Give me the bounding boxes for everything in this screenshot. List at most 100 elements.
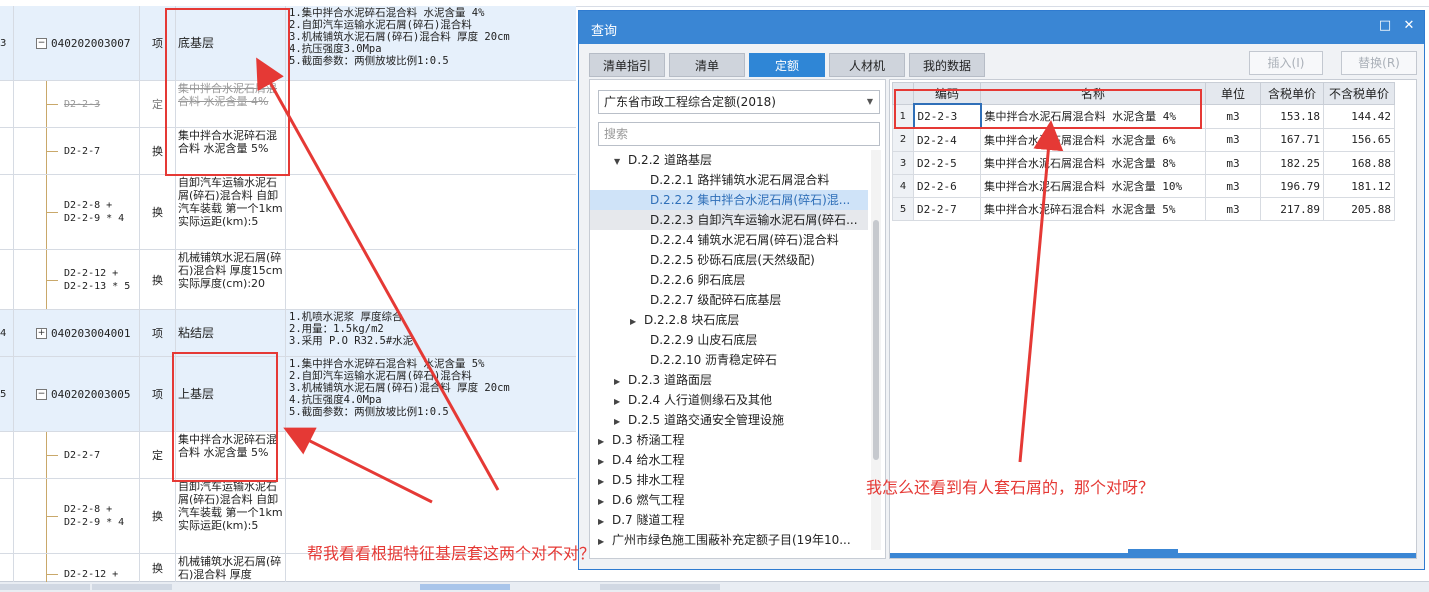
tab-materials[interactable]: 人材机 [829,53,905,77]
quota-code: D2-2-7 [913,197,981,221]
col-price[interactable]: 不含税单价 [1323,82,1395,105]
caret-right-icon[interactable]: ▶ [598,432,612,452]
col-price-tax[interactable]: 含税单价 [1260,82,1324,105]
caret-right-icon[interactable]: ▶ [598,472,612,492]
collapse-icon[interactable]: − [36,37,47,49]
tree-node[interactable]: ▶ D.2.5 道路交通安全管理设施 [590,410,868,430]
tree-node[interactable]: ▼ D.2.2 道路基层 [590,150,868,170]
caret-right-icon[interactable]: ▶ [598,532,612,550]
tree-node-label: D.6 燃气工程 [612,493,685,507]
quota-name: 自卸汽车运输水泥石屑(碎石)混合料 自卸汽车装载 第一个1km 实际运距(km)… [176,479,286,553]
maximize-icon[interactable]: □ [1376,17,1394,35]
quota-type: 换 [140,479,176,553]
tree-node[interactable]: ▶ D.2.3 道路面层 [590,370,868,390]
caret-right-icon[interactable]: ▶ [598,452,612,472]
feature-line: 3.采用 P.O R32.5#水泥 [289,335,414,347]
bottom-scrollbar[interactable] [0,581,1429,592]
quota-price: 181.12 [1323,174,1395,198]
highlight-box-selected-quota [894,89,1202,129]
tab-quota[interactable]: 定额 [749,53,825,77]
tab-my-data[interactable]: 我的数据 [909,53,985,77]
dialog-titlebar[interactable]: 查询 □ ✕ [579,11,1424,44]
tree-node[interactable]: D.2.2.5 砂砾石底层(天然级配) [590,250,868,270]
caret-right-icon[interactable]: ▶ [630,312,644,332]
tab-bill[interactable]: 清单 [669,53,745,77]
collapse-icon[interactable]: − [36,388,47,400]
table-row[interactable]: D2-2-7 定 集中拌合水泥碎石混合料 水泥含量 5% [0,432,576,479]
feature-line: 3.机械铺筑水泥石屑(碎石)混合料 厚度 20cm [289,31,510,43]
tree-node[interactable]: ▶ 广州市绿色施工围蔽补充定额子目(19年10... [590,530,868,550]
quota-name: 机械铺筑水泥石屑(碎石)混合料 厚度15cm 实际厚度(cm):20 [176,250,286,309]
caret-right-icon[interactable]: ▶ [614,372,628,392]
tree-node[interactable]: ▶ D.2.2.8 块石底层 [590,310,868,330]
caret-right-icon[interactable]: ▶ [614,392,628,412]
library-value: 广东省市政工程综合定额(2018) [604,95,776,109]
tree-node[interactable]: D.2.2.6 卵石底层 [590,270,868,290]
pane-splitter[interactable] [890,549,1416,558]
tree-node-label: D.3 桥涵工程 [612,433,685,447]
quota-name: 自卸汽车运输水泥石屑(碎石)混合料 自卸汽车装载 第一个1km 实际运距(km)… [176,175,286,249]
quota-unit: m3 [1205,103,1261,129]
row-index: 2 [892,127,914,152]
quota-code: D2-2-12 + D2-2-13 * 5 [64,267,131,292]
tree-node[interactable]: D.2.2.10 沥青稳定碎石 [590,350,868,370]
search-placeholder: 搜索 [604,127,629,141]
table-row[interactable]: D2-2-8 + D2-2-9 * 4 换 自卸汽车运输水泥石屑(碎石)混合料 … [0,175,576,250]
tree-node-label: D.2.2.5 砂砾石底层(天然级配) [650,253,815,267]
table-row[interactable]: 4 D2-2-6 集中拌合水泥石屑混合料 水泥含量 10% m3 196.79 181.1… [892,174,1395,198]
tree-node[interactable]: D.2.2.9 山皮石底层 [590,330,868,350]
table-row[interactable]: 3 D2-2-5 集中拌合水泥石屑混合料 水泥含量 8% m3 182.25 168.88 [892,151,1395,175]
tab-guide[interactable]: 清单指引 [589,53,665,77]
caret-right-icon[interactable]: ▶ [598,512,612,532]
tree-node[interactable]: ▶ D.3 桥涵工程 [590,430,868,450]
tree-node[interactable]: D.2.2.1 路拌铺筑水泥石屑混合料 [590,170,868,190]
feature-line: 3.机械铺筑水泥石屑(碎石)混合料 厚度 20cm [289,382,510,394]
table-row[interactable]: 2 D2-2-4 集中拌合水泥石屑混合料 水泥含量 6% m3 167.71 156.65 [892,127,1395,152]
tree-node-label: D.2.4 人行道侧缘石及其他 [628,393,772,407]
caret-right-icon[interactable]: ▶ [614,412,628,432]
quota-library-select[interactable]: 广东省市政工程综合定额(2018) ▼ [598,90,880,114]
tree-node[interactable]: ▶ D.4 给水工程 [590,450,868,470]
caret-down-icon[interactable]: ▼ [614,152,628,172]
quota-price-tax: 167.71 [1260,127,1324,152]
tree-node[interactable]: ▶ D.5 排水工程 [590,470,868,490]
table-row[interactable]: 5 D2-2-7 集中拌合水泥碎石混合料 水泥含量 5% m3 217.89 205.88 [892,197,1395,221]
expand-icon[interactable]: + [36,327,47,339]
close-icon[interactable]: ✕ [1400,17,1418,35]
tree-node-label: D.2.2.8 块石底层 [644,313,740,327]
item-code: 040202003005 [51,387,131,401]
row-number: 3 [0,6,14,80]
tree-node[interactable]: ▶ D.7 隧道工程 [590,510,868,530]
tree-node[interactable]: ▶ D.2.4 人行道侧缘石及其他 [590,390,868,410]
table-row[interactable]: 4 + 040203004001 项 粘结层 1.机喷水泥浆 厚度综合 2.用量… [0,310,576,357]
quota-price: 144.42 [1323,103,1395,129]
quota-type: 换 [140,250,176,309]
caret-right-icon[interactable]: ▶ [598,492,612,512]
row-index: 5 [892,197,914,221]
quota-price-tax: 153.18 [1260,103,1324,129]
table-row[interactable]: 5 − 040202003005 项 上基层 1.集中拌合水泥碎石混合料 水泥含… [0,357,576,432]
tree-node[interactable]: D.2.2.4 铺筑水泥石屑(碎石)混合料 [590,230,868,250]
item-name: 粘结层 [176,310,286,356]
insert-button[interactable]: 插入(I) [1249,51,1323,75]
tree-node-label: D.2.2.10 沥青稳定碎石 [650,353,778,367]
quota-name: 集中拌合水泥石屑混合料 水泥含量 8% [980,151,1206,175]
quota-code: D2-2-4 [913,127,981,152]
quota-tree-pane: 广东省市政工程综合定额(2018) ▼ 搜索 ▼ D.2.2 道路基层 D.2.2.… [589,79,886,559]
tree-node-label: D.2.2.7 级配碎石底基层 [650,293,782,307]
col-unit[interactable]: 单位 [1205,82,1261,105]
replace-button[interactable]: 替换(R) [1341,51,1417,75]
tree-node-label: D.2.2.6 卵石底层 [650,273,746,287]
tree-node[interactable]: D.2.2.7 级配碎石底基层 [590,290,868,310]
search-input[interactable]: 搜索 [598,122,880,146]
quota-code-cell: D2-2-3 [14,81,140,127]
tree-node[interactable]: ▶ D.6 燃气工程 [590,490,868,510]
table-row[interactable]: D2-2-12 + D2-2-13 * 5 换 机械铺筑水泥石屑(碎石)混合料 … [0,250,576,310]
highlight-box-base-subgrade [165,8,290,176]
feature-line: 1.集中拌合水泥碎石混合料 水泥含量 4% [289,7,485,19]
tree-node[interactable]: D.2.2.2 集中拌合水泥石屑(碎石)混... [590,190,868,210]
tree-node[interactable]: D.2.2.3 自卸汽车运输水泥石屑(碎石... [590,210,868,230]
quota-name: 集中拌合水泥碎石混合料 水泥含量 5% [980,197,1206,221]
row-number: 5 [0,357,14,431]
feature-line: 1.机喷水泥浆 厚度综合 [289,311,403,323]
